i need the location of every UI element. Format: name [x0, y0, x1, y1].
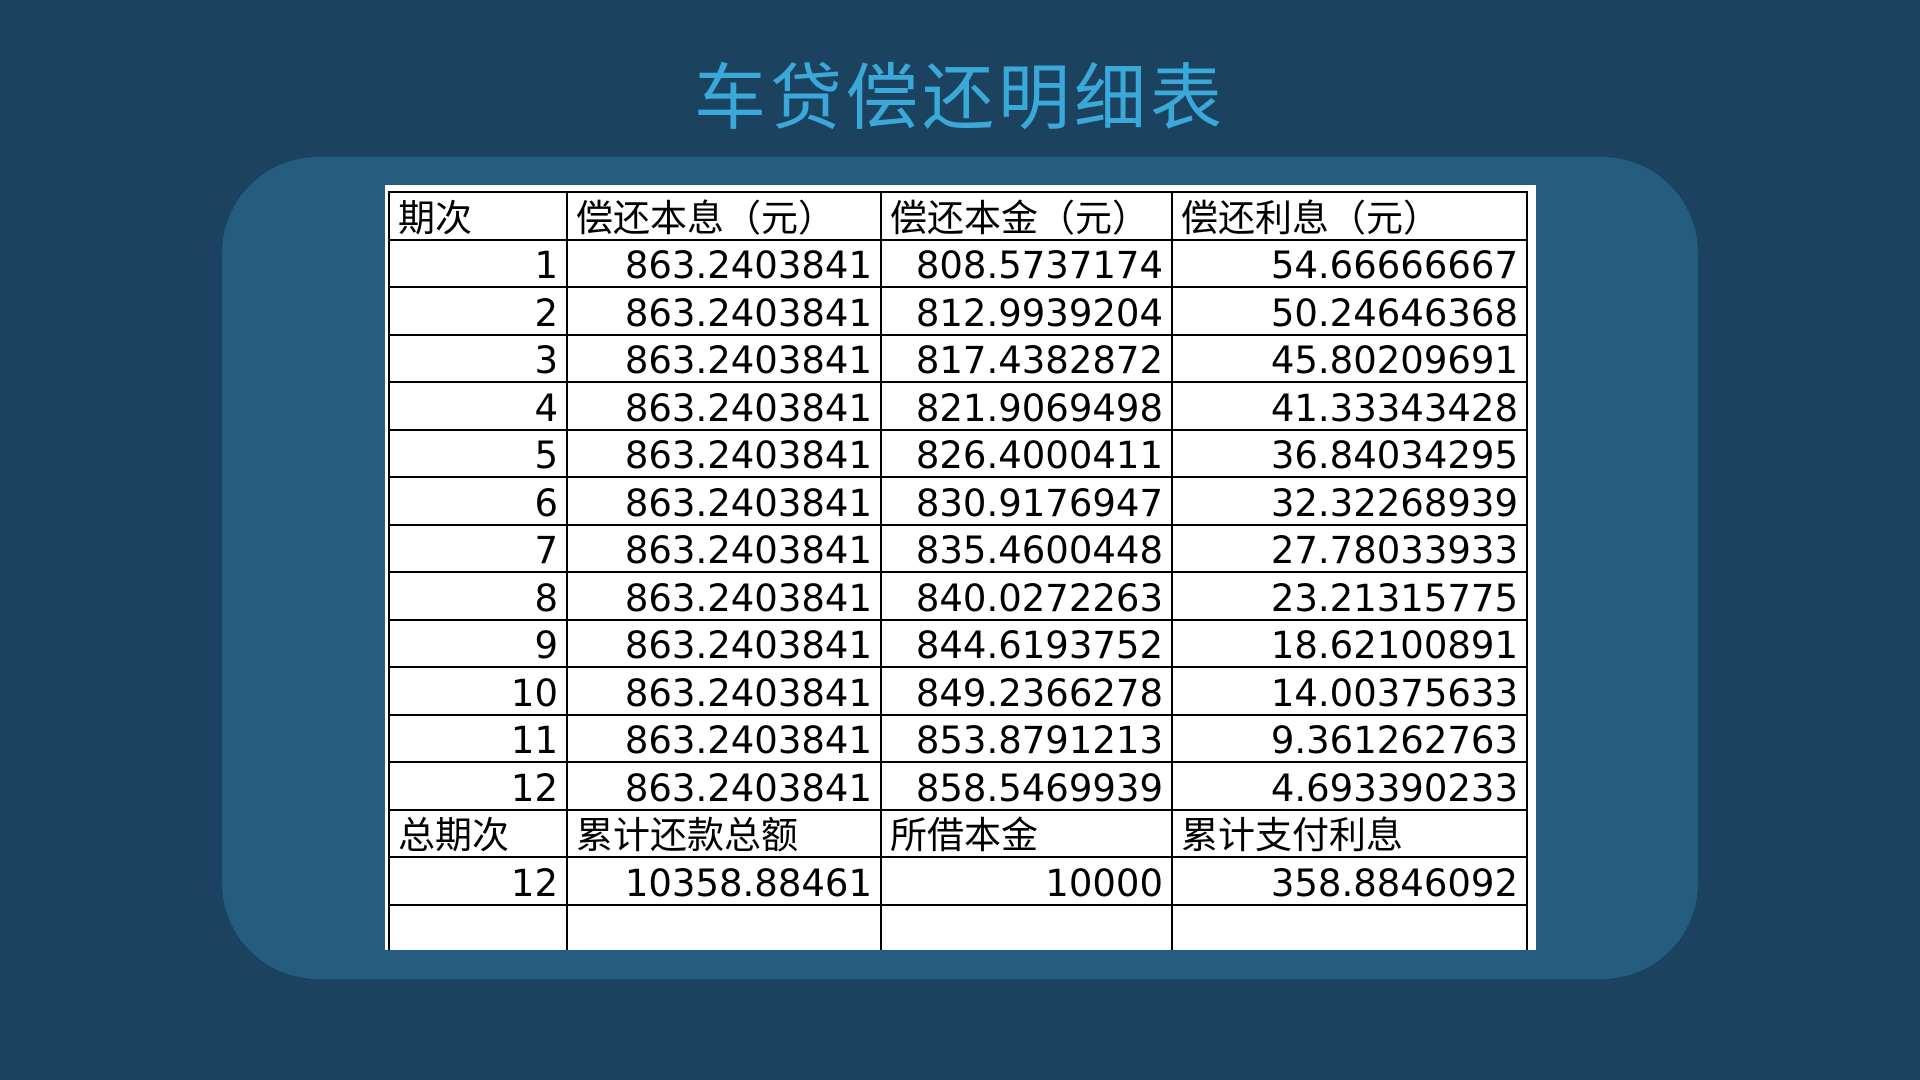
cell-principal: 821.9069498: [880, 381, 1173, 431]
empty-cell: [1171, 903, 1528, 950]
cell-interest: 4.693390233: [1171, 761, 1528, 811]
cell-payment: 863.2403841: [566, 618, 882, 668]
cell-payment: 863.2403841: [566, 476, 882, 526]
cell-interest: 9.361262763: [1171, 713, 1528, 763]
header-cell-principal: 偿还本金（元）: [880, 191, 1173, 241]
table-row: 9 863.2403841 844.6193752 18.62100891: [388, 618, 1528, 668]
cell-interest: 54.66666667: [1171, 238, 1528, 288]
cell-period: 11: [388, 713, 568, 763]
cell-principal: 817.4382872: [880, 333, 1173, 383]
header-cell-interest: 偿还利息（元）: [1171, 191, 1528, 241]
cell-interest: 14.00375633: [1171, 666, 1528, 716]
cell-payment: 863.2403841: [566, 381, 882, 431]
empty-cell: [566, 903, 882, 950]
cell-interest: 18.62100891: [1171, 618, 1528, 668]
cell-payment: 863.2403841: [566, 333, 882, 383]
cell-payment: 863.2403841: [566, 761, 882, 811]
cell-period: 5: [388, 428, 568, 478]
summary-label-total-periods: 总期次: [388, 808, 568, 858]
summary-label-total-interest: 累计支付利息: [1171, 808, 1528, 858]
cell-principal: 849.2366278: [880, 666, 1173, 716]
table-row: 8 863.2403841 840.0272263 23.21315775: [388, 571, 1528, 621]
cell-payment: 863.2403841: [566, 713, 882, 763]
page-title: 车贷偿还明细表: [693, 56, 1226, 140]
cell-principal: 840.0272263: [880, 571, 1173, 621]
table-header-row: 期次 偿还本息（元） 偿还本金（元） 偿还利息（元）: [388, 191, 1528, 241]
cell-interest: 41.33343428: [1171, 381, 1528, 431]
summary-value-total-periods: 12: [388, 856, 568, 906]
summary-label-loan-principal: 所借本金: [880, 808, 1173, 858]
cell-period: 7: [388, 523, 568, 573]
empty-cell: [880, 903, 1173, 950]
cell-payment: 863.2403841: [566, 286, 882, 336]
cell-principal: 830.9176947: [880, 476, 1173, 526]
cell-interest: 27.78033933: [1171, 523, 1528, 573]
table-row: 12 863.2403841 858.5469939 4.693390233: [388, 761, 1528, 811]
table-row: 3 863.2403841 817.4382872 45.80209691: [388, 333, 1528, 383]
header-cell-period: 期次: [388, 191, 568, 241]
summary-header-row: 总期次 累计还款总额 所借本金 累计支付利息: [388, 808, 1528, 858]
table-row: 6 863.2403841 830.9176947 32.32268939: [388, 476, 1528, 526]
slide: 车贷偿还明细表 期次 偿还本息（元） 偿还本金（元） 偿还利息（元） 1 863.…: [0, 0, 1920, 1080]
cell-period: 3: [388, 333, 568, 383]
table-row: 11 863.2403841 853.8791213 9.361262763: [388, 713, 1528, 763]
cell-period: 2: [388, 286, 568, 336]
empty-cell: [388, 903, 568, 950]
cell-payment: 863.2403841: [566, 428, 882, 478]
cell-interest: 45.80209691: [1171, 333, 1528, 383]
summary-value-total-repayment: 10358.88461: [566, 856, 882, 906]
cell-payment: 863.2403841: [566, 523, 882, 573]
cell-principal: 844.6193752: [880, 618, 1173, 668]
cell-period: 4: [388, 381, 568, 431]
cell-period: 9: [388, 618, 568, 668]
header-cell-payment: 偿还本息（元）: [566, 191, 882, 241]
summary-value-loan-principal: 10000: [880, 856, 1173, 906]
table-row: 5 863.2403841 826.4000411 36.84034295: [388, 428, 1528, 478]
cell-principal: 858.5469939: [880, 761, 1173, 811]
cell-interest: 36.84034295: [1171, 428, 1528, 478]
summary-label-total-repayment: 累计还款总额: [566, 808, 882, 858]
cell-period: 12: [388, 761, 568, 811]
cell-principal: 835.4600448: [880, 523, 1173, 573]
cell-period: 8: [388, 571, 568, 621]
empty-trailing-row: [388, 903, 1528, 950]
cell-payment: 863.2403841: [566, 571, 882, 621]
loan-repayment-table: 期次 偿还本息（元） 偿还本金（元） 偿还利息（元） 1 863.2403841 8…: [388, 191, 1528, 950]
cell-payment: 863.2403841: [566, 666, 882, 716]
cell-interest: 50.24646368: [1171, 286, 1528, 336]
spreadsheet-image: 期次 偿还本息（元） 偿还本金（元） 偿还利息（元） 1 863.2403841 8…: [385, 185, 1536, 950]
table-row: 10 863.2403841 849.2366278 14.00375633: [388, 666, 1528, 716]
cell-principal: 812.9939204: [880, 286, 1173, 336]
table-row: 1 863.2403841 808.5737174 54.66666667: [388, 238, 1528, 288]
table-row: 4 863.2403841 821.9069498 41.33343428: [388, 381, 1528, 431]
cell-payment: 863.2403841: [566, 238, 882, 288]
table-row: 2 863.2403841 812.9939204 50.24646368: [388, 286, 1528, 336]
cell-principal: 853.8791213: [880, 713, 1173, 763]
table-row: 7 863.2403841 835.4600448 27.78033933: [388, 523, 1528, 573]
cell-interest: 32.32268939: [1171, 476, 1528, 526]
cell-principal: 826.4000411: [880, 428, 1173, 478]
cell-period: 1: [388, 238, 568, 288]
cell-period: 10: [388, 666, 568, 716]
cell-interest: 23.21315775: [1171, 571, 1528, 621]
summary-value-total-interest: 358.8846092: [1171, 856, 1528, 906]
cell-period: 6: [388, 476, 568, 526]
cell-principal: 808.5737174: [880, 238, 1173, 288]
summary-value-row: 12 10358.88461 10000 358.8846092: [388, 856, 1528, 906]
